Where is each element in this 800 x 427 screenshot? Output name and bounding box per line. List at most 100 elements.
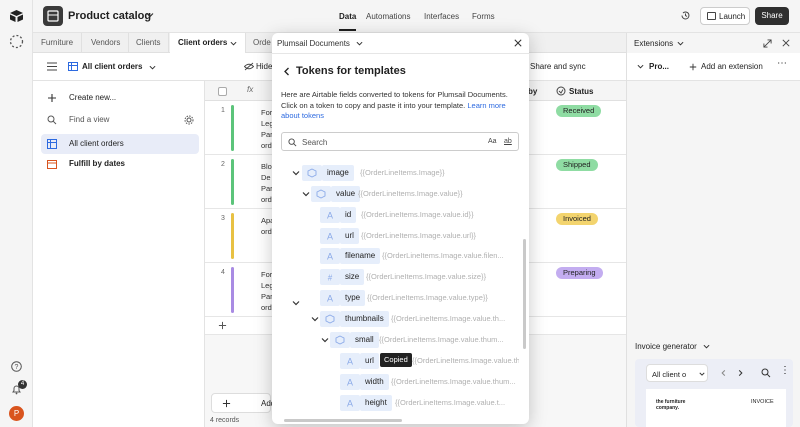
token-label[interactable]: url xyxy=(340,228,359,244)
more-options-icon[interactable]: ⋯ xyxy=(777,58,787,69)
base-title[interactable]: Product catalog xyxy=(68,10,151,22)
nav-interfaces[interactable]: Interfaces xyxy=(424,12,459,21)
token-label[interactable]: width xyxy=(360,374,389,390)
token-label[interactable]: id xyxy=(340,207,357,223)
share-button[interactable]: Share xyxy=(755,7,789,25)
create-new-button[interactable]: Create new... xyxy=(41,88,199,108)
token-text[interactable]: {{OrderLineItems.Image.value.thum... xyxy=(412,353,519,369)
token-text[interactable]: {{OrderLineItems.Image.value.id}} xyxy=(361,207,521,223)
search-icon xyxy=(288,138,297,147)
token-text[interactable]: {{OrderLineItems.Image.value.size}} xyxy=(366,269,521,285)
extension-toolbar: Pro... Add an extension ⋯ xyxy=(627,53,800,81)
current-view-name[interactable]: All client orders xyxy=(82,62,142,71)
airtable-logo-icon[interactable] xyxy=(10,10,23,22)
token-text[interactable]: {{OrderLineItems.Image.value.th... xyxy=(391,311,519,327)
tab-client-orders[interactable]: Client orders xyxy=(170,33,247,53)
tree-scrollbar[interactable] xyxy=(523,239,526,349)
chevron-down-icon[interactable] xyxy=(292,169,300,177)
status-badge[interactable]: Invoiced xyxy=(556,213,598,225)
sidebar-item-all-client-orders[interactable]: All client orders xyxy=(41,134,199,154)
nav-data[interactable]: Data xyxy=(339,12,357,31)
modal-description: Here are Airtable fields converted to to… xyxy=(281,90,521,122)
help-icon[interactable]: ? xyxy=(11,361,22,372)
page-title: Tokens for templates xyxy=(296,65,406,77)
token-label[interactable]: filename xyxy=(340,248,381,264)
invoice-label: INVOICE xyxy=(751,399,774,405)
select-all-checkbox[interactable] xyxy=(218,87,227,96)
horizontal-scrollbar[interactable] xyxy=(284,419,402,422)
chevron-down-icon[interactable] xyxy=(146,11,154,19)
token-text[interactable]: {{OrderLineItems.Image.value.url}} xyxy=(361,228,521,244)
svg-text:A: A xyxy=(327,211,333,221)
row-text: Blo De Par ord xyxy=(261,161,273,205)
chevron-down-icon[interactable] xyxy=(302,190,310,198)
token-text[interactable]: {{OrderLineItems.Image.value}} xyxy=(358,186,523,202)
avatar[interactable]: P xyxy=(9,406,24,421)
status-field-icon xyxy=(556,86,566,96)
chevron-down-icon[interactable] xyxy=(311,315,319,323)
token-label[interactable]: type xyxy=(340,290,366,306)
hide-fields-label[interactable]: Hide xyxy=(256,62,272,71)
search-icon xyxy=(47,115,57,125)
tab-clients[interactable]: Clients xyxy=(128,33,170,53)
record-count: 4 records xyxy=(210,417,240,424)
row-text-line: De xyxy=(261,173,271,182)
token-label[interactable]: image xyxy=(322,165,354,181)
status-badge[interactable]: Received xyxy=(556,105,602,117)
svg-text:A: A xyxy=(327,294,333,304)
gear-icon[interactable] xyxy=(184,115,194,125)
number-field-icon: A xyxy=(340,374,360,390)
find-view-input[interactable]: Find a view xyxy=(41,110,199,130)
token-label[interactable]: url xyxy=(360,353,379,369)
nav-automations[interactable]: Automations xyxy=(366,12,410,21)
invoice-generator-title[interactable]: Invoice generator xyxy=(635,342,697,351)
search-input[interactable]: Search Aa ab xyxy=(281,132,519,151)
history-icon[interactable] xyxy=(680,10,691,21)
token-text[interactable]: {{OrderLineItems.Image.value.filen... xyxy=(382,248,520,264)
chevron-down-icon xyxy=(677,41,684,46)
close-icon[interactable] xyxy=(514,39,522,47)
token-text[interactable]: {{OrderLineItems.Image.value.thum... xyxy=(379,332,519,348)
add-record-button[interactable]: Add xyxy=(211,393,275,413)
more-options-icon[interactable]: ⋮ xyxy=(780,365,790,376)
extension-name[interactable]: Plumsail Documents xyxy=(277,39,350,48)
token-label[interactable]: small xyxy=(350,332,379,348)
tab-furniture[interactable]: Furniture xyxy=(33,33,83,53)
launch-button[interactable]: Launch xyxy=(700,7,750,25)
chevron-down-icon[interactable] xyxy=(321,336,329,344)
base-icon[interactable] xyxy=(43,6,63,26)
extensions-title[interactable]: Extensions xyxy=(634,39,673,48)
token-label[interactable]: thumbnails xyxy=(340,311,389,327)
token-text[interactable]: {{OrderLineItems.Image.value.type}} xyxy=(367,290,521,306)
object-field-icon xyxy=(330,332,350,348)
token-text[interactable]: {{OrderLineItems.Image.value.t... xyxy=(395,395,519,411)
chevron-down-icon[interactable] xyxy=(149,64,156,71)
record-select[interactable]: All client o xyxy=(646,364,708,382)
status-badge[interactable]: Preparing xyxy=(556,267,603,279)
share-and-sync-button[interactable]: Share and sync xyxy=(530,62,586,71)
token-text[interactable]: {{OrderLineItems.Image.value.thum... xyxy=(391,374,519,390)
sidebar-item-label: All client orders xyxy=(69,139,124,148)
match-whole-word-toggle[interactable]: ab xyxy=(504,138,512,145)
object-field-icon xyxy=(320,311,340,327)
extension-name[interactable]: Pro... xyxy=(649,62,669,71)
hide-fields-icon[interactable] xyxy=(244,62,254,71)
token-label[interactable]: height xyxy=(360,395,392,411)
token-label[interactable]: value xyxy=(331,186,361,202)
sidebar-item-fulfill-by-dates[interactable]: Fulfill by dates xyxy=(41,154,199,174)
tab-vendors[interactable]: Vendors xyxy=(83,33,130,53)
column-header-by[interactable]: by xyxy=(528,87,537,96)
left-rail: ? 4 P xyxy=(0,0,33,427)
sidebar-item-label: Fulfill by dates xyxy=(69,159,126,168)
notification-count-badge: 4 xyxy=(18,380,27,389)
column-header-status[interactable]: Status xyxy=(569,87,593,96)
token-text[interactable]: {{OrderLineItems.Image}} xyxy=(360,165,520,181)
hamburger-menu-icon[interactable] xyxy=(47,62,57,71)
status-badge[interactable]: Shipped xyxy=(556,159,598,171)
token-label[interactable]: size xyxy=(340,269,365,285)
modal-header: Plumsail Documents xyxy=(272,33,529,54)
nav-forms[interactable]: Forms xyxy=(472,12,495,21)
add-extension-button[interactable]: Add an extension xyxy=(701,62,763,71)
match-case-toggle[interactable]: Aa xyxy=(488,138,497,145)
back-arrow-icon[interactable] xyxy=(283,67,291,76)
